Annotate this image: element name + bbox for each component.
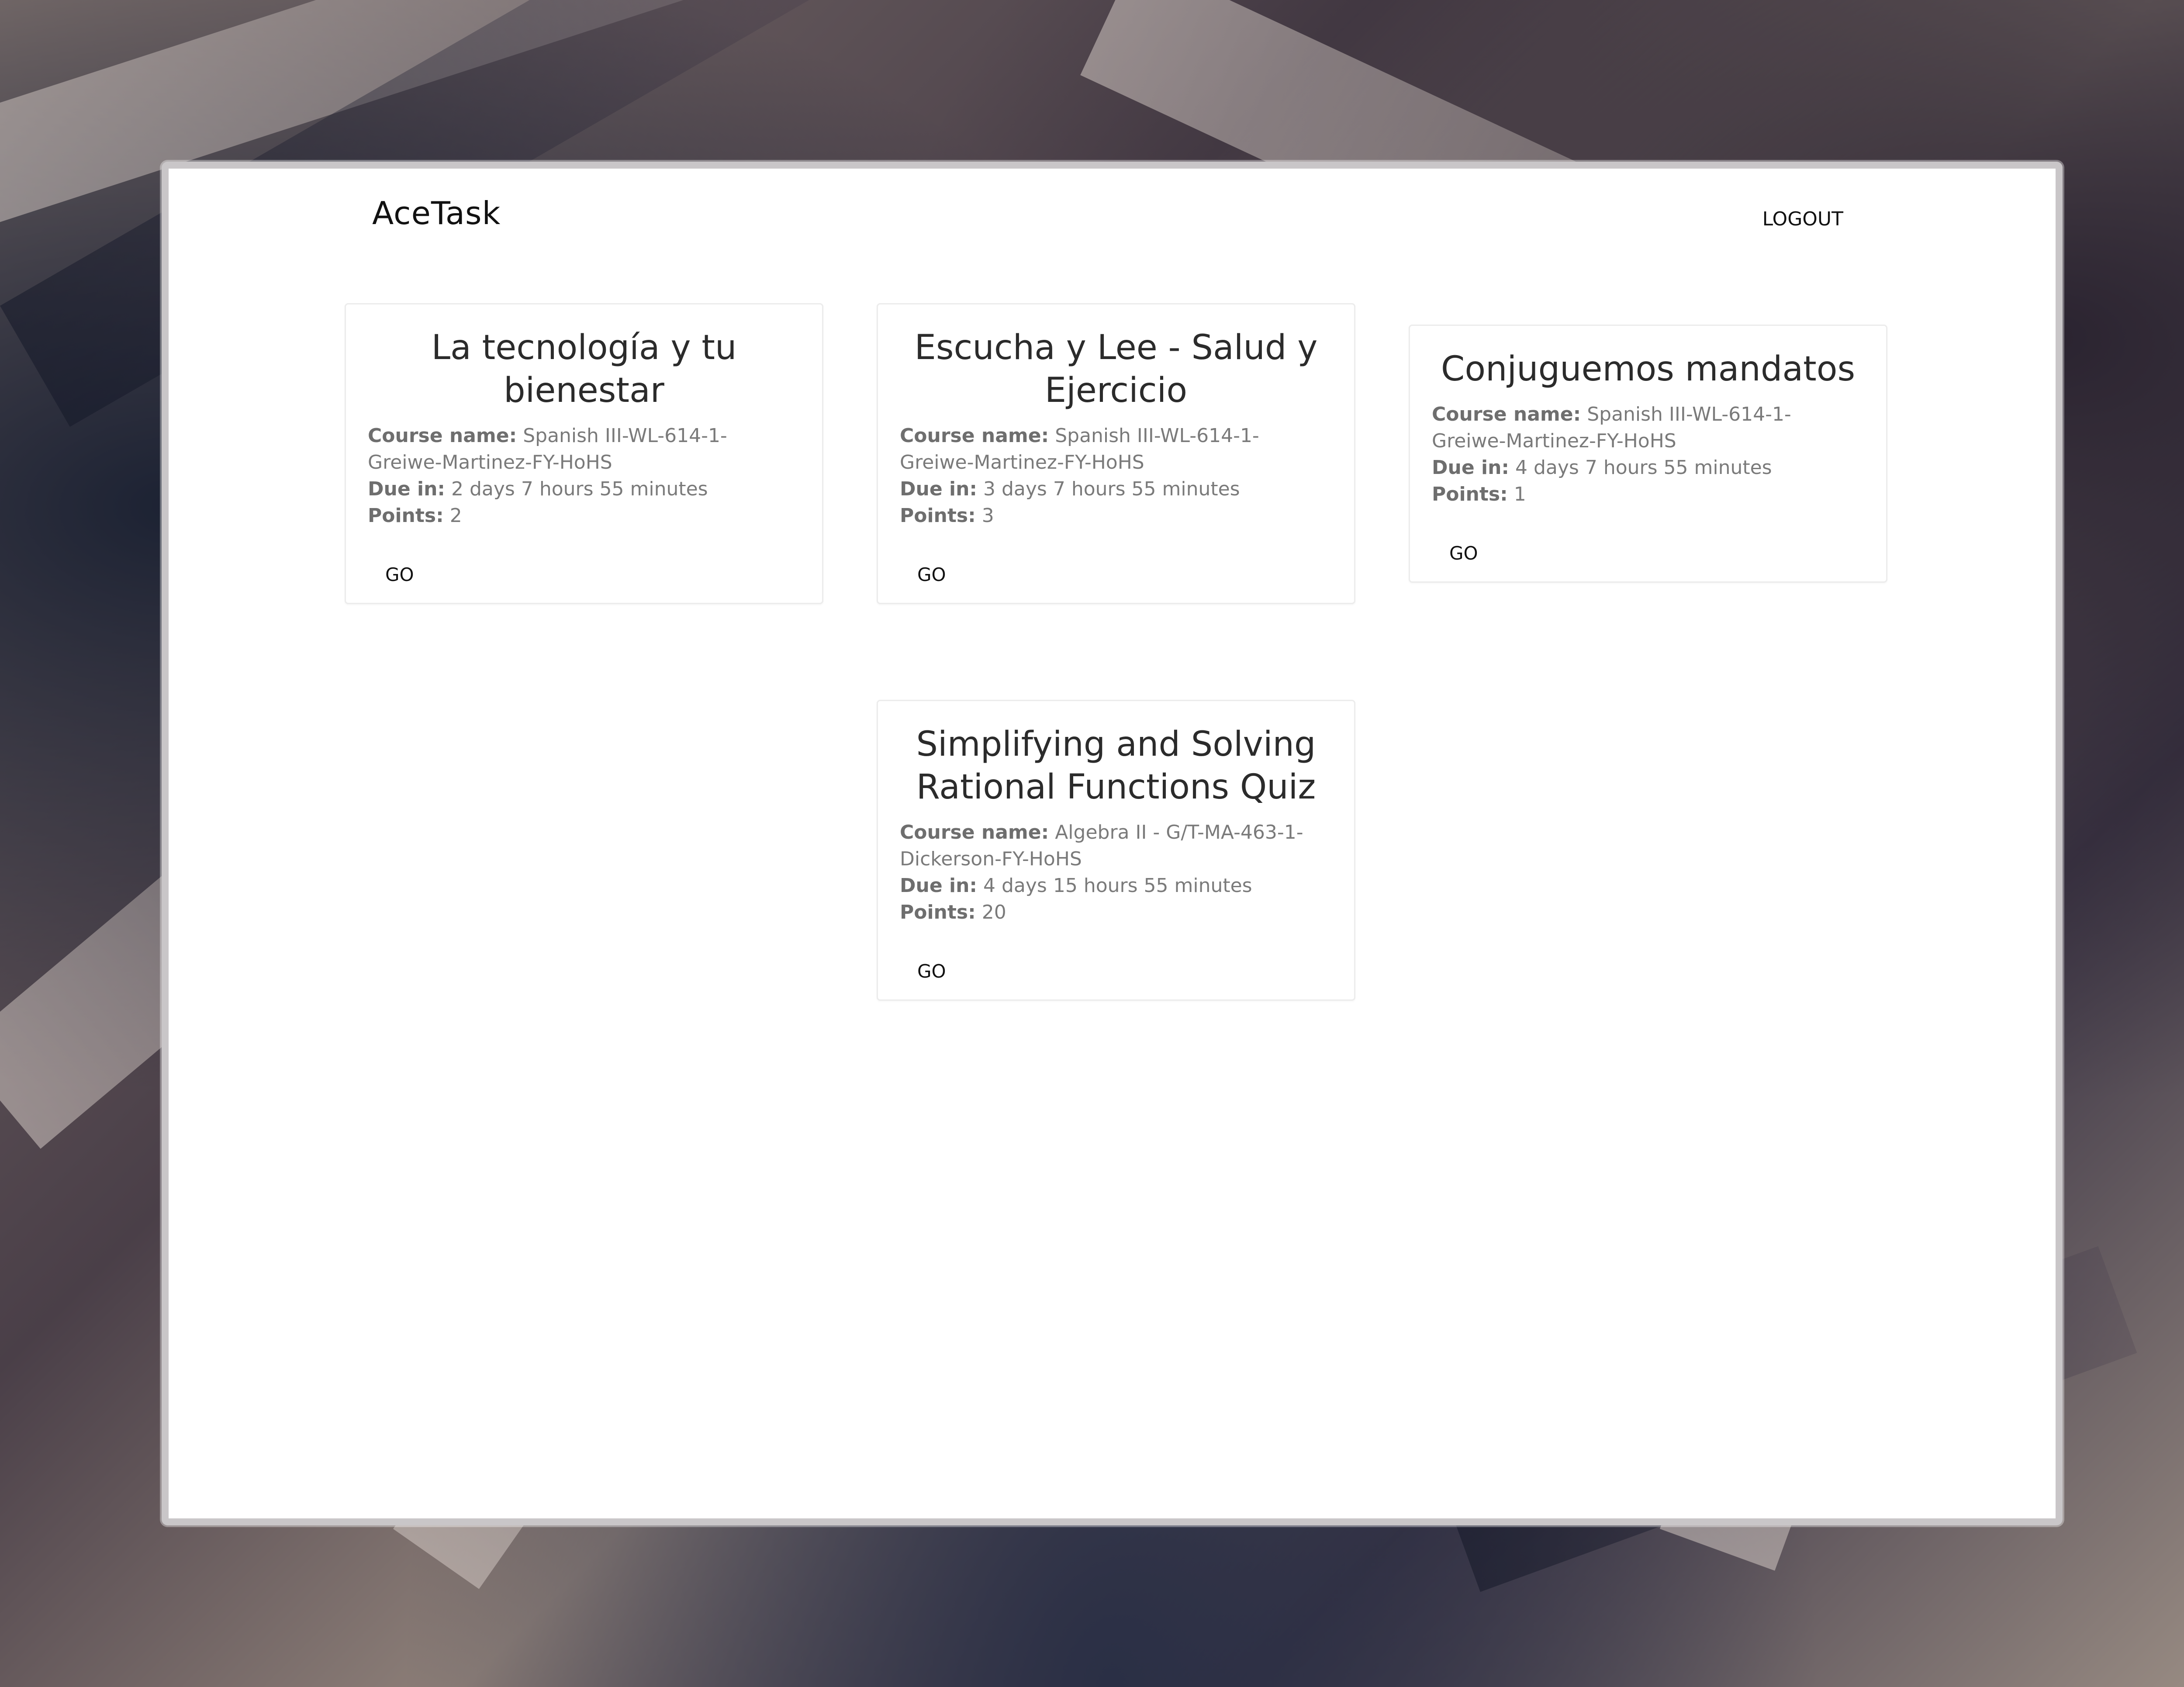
go-button[interactable]: GO: [917, 564, 946, 585]
due-in-value: 4 days 15 hours 55 minutes: [983, 875, 1252, 897]
course-name-label: Course name:: [1432, 403, 1581, 425]
points-label: Points:: [900, 901, 976, 923]
due-in-row: Due in: 4 days 15 hours 55 minutes: [900, 872, 1332, 899]
points-row: Points: 1: [1432, 481, 1864, 508]
points-row: Points: 3: [900, 502, 1332, 529]
course-name-row: Course name: Spanish III-WL-614-1-Greiwe…: [900, 422, 1332, 476]
navbar: AceTask LOGOUT: [169, 169, 2056, 265]
assignment-title: Escucha y Lee - Salud y Ejercicio: [914, 328, 1318, 410]
due-in-value: 2 days 7 hours 55 minutes: [451, 478, 708, 500]
course-name-row: Course name: Algebra II - G/T-MA-463-1-D…: [900, 819, 1332, 872]
assignment-title: La tecnología y tu bienestar: [431, 328, 737, 410]
assignment-title: Conjuguemos mandatos: [1441, 349, 1856, 389]
assignment-card: Escucha y Lee - Salud y Ejercicio Course…: [877, 303, 1355, 604]
app-window: AceTask LOGOUT La tecnología y tu bienes…: [162, 162, 2063, 1525]
due-in-row: Due in: 4 days 7 hours 55 minutes: [1432, 454, 1864, 481]
due-in-label: Due in:: [368, 478, 446, 500]
assignment-card: La tecnología y tu bienestar Course name…: [345, 303, 823, 604]
course-name-label: Course name:: [900, 821, 1049, 844]
due-in-label: Due in:: [900, 875, 978, 897]
due-in-row: Due in: 2 days 7 hours 55 minutes: [368, 476, 800, 502]
brand-logo[interactable]: AceTask: [372, 195, 501, 232]
assignment-card: Conjuguemos mandatos Course name: Spanis…: [1409, 325, 1887, 583]
points-row: Points: 20: [900, 899, 1332, 926]
points-label: Points:: [368, 505, 444, 527]
points-value: 3: [981, 505, 994, 527]
course-name-label: Course name:: [900, 425, 1049, 447]
course-name-row: Course name: Spanish III-WL-614-1-Greiwe…: [368, 422, 800, 476]
course-name-label: Course name:: [368, 425, 517, 447]
due-in-row: Due in: 3 days 7 hours 55 minutes: [900, 476, 1332, 502]
points-value: 20: [981, 901, 1006, 923]
go-button[interactable]: GO: [385, 564, 414, 585]
points-label: Points:: [1432, 483, 1508, 505]
assignment-title: Simplifying and Solving Rational Functio…: [916, 725, 1316, 807]
go-button[interactable]: GO: [1449, 543, 1478, 564]
due-in-label: Due in:: [900, 478, 978, 500]
due-in-value: 3 days 7 hours 55 minutes: [983, 478, 1240, 500]
due-in-value: 4 days 7 hours 55 minutes: [1515, 456, 1772, 479]
logout-button[interactable]: LOGOUT: [1762, 208, 1843, 230]
go-button[interactable]: GO: [917, 961, 946, 982]
course-name-row: Course name: Spanish III-WL-614-1-Greiwe…: [1432, 401, 1864, 454]
points-value: 1: [1514, 483, 1526, 505]
assignment-card: Simplifying and Solving Rational Functio…: [877, 700, 1355, 1001]
points-row: Points: 2: [368, 502, 800, 529]
points-value: 2: [449, 505, 462, 527]
due-in-label: Due in:: [1432, 456, 1510, 479]
points-label: Points:: [900, 505, 976, 527]
